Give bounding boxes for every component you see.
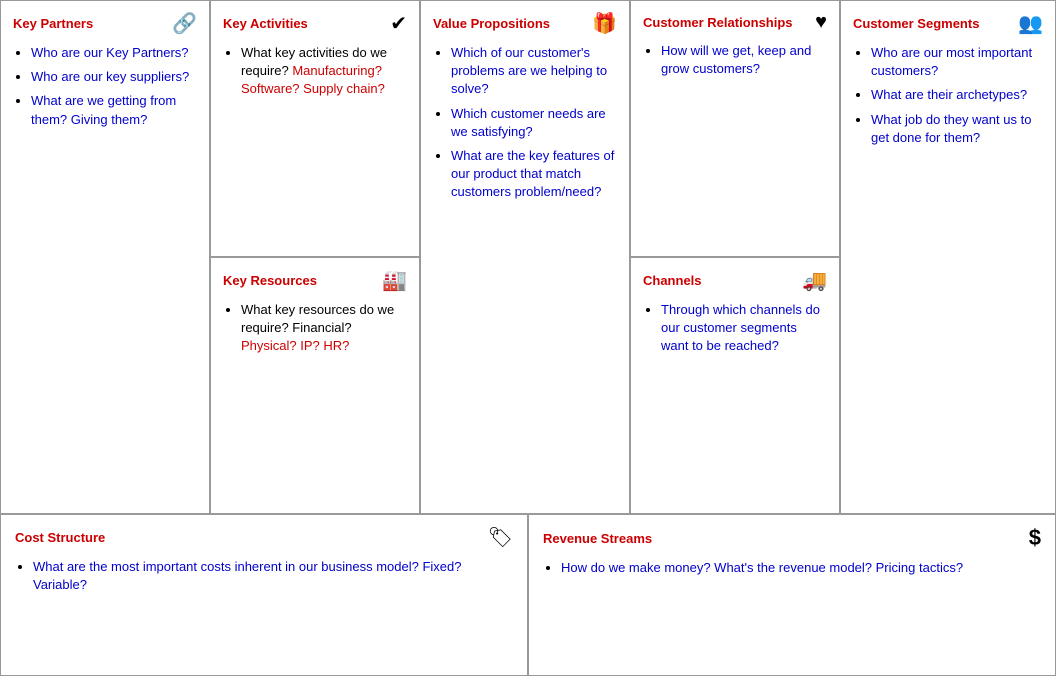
channels-icon: 🚚 (802, 268, 827, 293)
business-model-canvas: Key Partners 🔗 Who are our Key Partners?… (0, 0, 1056, 676)
list-item: What are the key features of our product… (451, 147, 617, 202)
key-activities-list: What key activities do we require? Manuf… (223, 44, 407, 99)
key-partners-list: Who are our Key Partners? Who are our ke… (13, 44, 197, 129)
channels-list: Through which channels do our customer s… (643, 301, 827, 356)
customer-segments-icon: 👥 (1018, 11, 1043, 36)
list-item: Who are our key suppliers? (31, 68, 197, 86)
bottom-section: Cost Structure 🏷 What are the most impor… (1, 515, 1055, 675)
list-item: Who are our Key Partners? (31, 44, 197, 62)
cost-structure-title: Cost Structure (15, 530, 105, 545)
revenue-streams-header: Revenue Streams $ (543, 525, 1041, 551)
customer-relationships-header: Customer Relationships ♥ (643, 11, 827, 34)
list-item: Which customer needs are we satisfying? (451, 105, 617, 141)
customer-segments-title: Customer Segments (853, 16, 979, 31)
key-resources-title: Key Resources (223, 273, 317, 288)
key-activities-title: Key Activities (223, 16, 308, 31)
customer-relationships-title: Customer Relationships (643, 15, 793, 30)
cost-structure-cell: Cost Structure 🏷 What are the most impor… (1, 515, 529, 675)
list-item: What are the most important costs inhere… (33, 558, 513, 594)
customer-relationships-icon: ♥ (815, 11, 827, 34)
revenue-streams-cell: Revenue Streams $ How do we make money? … (529, 515, 1055, 675)
key-activities-resources-col: Key Activities ✔ What key activities do … (211, 1, 421, 513)
list-item: Which of our customer's problems are we … (451, 44, 617, 99)
key-resources-header: Key Resources 🏭 (223, 268, 407, 293)
list-item: What job do they want us to get done for… (871, 111, 1043, 147)
list-item: Who are our most important customers? (871, 44, 1043, 80)
value-propositions-list: Which of our customer's problems are we … (433, 44, 617, 202)
key-partners-icon: 🔗 (172, 11, 197, 36)
key-resources-list: What key resources do we require? Financ… (223, 301, 407, 356)
top-section: Key Partners 🔗 Who are our Key Partners?… (1, 1, 1055, 515)
value-propositions-header: Value Propositions 🎁 (433, 11, 617, 36)
key-activities-icon: ✔ (390, 11, 407, 36)
cr-channels-col: Customer Relationships ♥ How will we get… (631, 1, 841, 513)
value-propositions-icon: 🎁 (592, 11, 617, 36)
key-partners-cell: Key Partners 🔗 Who are our Key Partners?… (1, 1, 211, 513)
list-item: What are we getting from them? Giving th… (31, 92, 197, 128)
revenue-streams-icon: $ (1029, 525, 1041, 551)
value-propositions-title: Value Propositions (433, 16, 550, 31)
customer-relationships-cell: Customer Relationships ♥ How will we get… (631, 1, 839, 258)
list-item: How will we get, keep and grow customers… (661, 42, 827, 78)
list-item: Through which channels do our customer s… (661, 301, 827, 356)
cost-structure-icon: 🏷 (488, 525, 513, 550)
customer-relationships-list: How will we get, keep and grow customers… (643, 42, 827, 78)
list-item: What are their archetypes? (871, 86, 1043, 104)
value-propositions-cell: Value Propositions 🎁 Which of our custom… (421, 1, 631, 513)
key-activities-header: Key Activities ✔ (223, 11, 407, 36)
revenue-streams-title: Revenue Streams (543, 531, 652, 546)
key-resources-cell: Key Resources 🏭 What key resources do we… (211, 258, 419, 513)
customer-segments-cell: Customer Segments 👥 Who are our most imp… (841, 1, 1055, 513)
channels-cell: Channels 🚚 Through which channels do our… (631, 258, 839, 513)
list-item: What key activities do we require? Manuf… (241, 44, 407, 99)
customer-segments-list: Who are our most important customers? Wh… (853, 44, 1043, 147)
list-item: How do we make money? What's the revenue… (561, 559, 1041, 577)
key-resources-icon: 🏭 (382, 268, 407, 293)
revenue-streams-list: How do we make money? What's the revenue… (543, 559, 1041, 577)
key-partners-header: Key Partners 🔗 (13, 11, 197, 36)
cost-structure-list: What are the most important costs inhere… (15, 558, 513, 594)
channels-title: Channels (643, 273, 702, 288)
key-partners-title: Key Partners (13, 16, 93, 31)
cost-structure-header: Cost Structure 🏷 (15, 525, 513, 550)
key-activities-cell: Key Activities ✔ What key activities do … (211, 1, 419, 258)
channels-header: Channels 🚚 (643, 268, 827, 293)
list-item: What key resources do we require? Financ… (241, 301, 407, 356)
customer-segments-header: Customer Segments 👥 (853, 11, 1043, 36)
